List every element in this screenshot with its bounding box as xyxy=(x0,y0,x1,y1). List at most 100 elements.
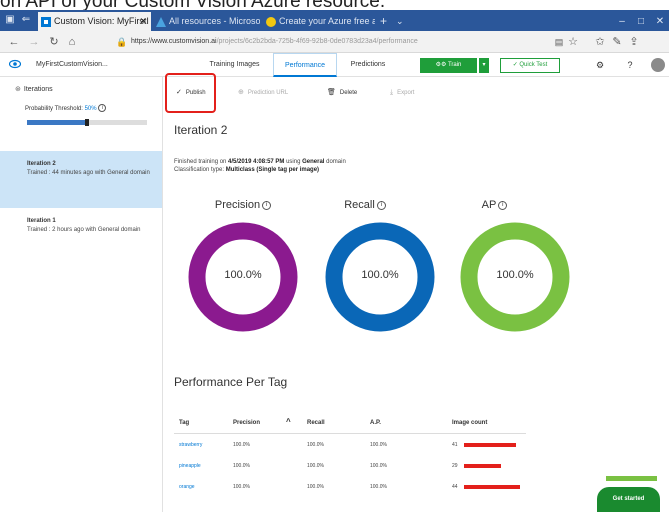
project-name[interactable]: MyFirstCustomVision... xyxy=(36,58,108,72)
browser-tab-custom-vision[interactable]: Custom Vision: MyFirstI ✕ xyxy=(38,12,151,31)
settings-gear-icon[interactable]: ⚙ xyxy=(593,58,607,72)
url-path: /projects/6c2b2bda-725b-4f69-92b8-0de078… xyxy=(216,38,418,45)
info-icon[interactable]: i xyxy=(98,104,107,113)
window-menu-icon[interactable]: ▣ xyxy=(3,13,17,27)
recall-cell: 100.0% xyxy=(307,484,324,490)
column-header-tag[interactable]: Tag xyxy=(179,420,189,426)
count-cell: 41 xyxy=(452,442,458,448)
count-cell: 29 xyxy=(452,463,458,469)
recall-cell: 100.0% xyxy=(307,463,324,469)
iterations-label: Iterations xyxy=(23,86,53,93)
browser-tab-bar: ▣ ⇐ Custom Vision: MyFirstI ✕ All resour… xyxy=(0,10,669,31)
precision-label: Precision i xyxy=(208,199,278,211)
recall-value: 100.0% xyxy=(361,269,399,281)
train-options-button[interactable]: ▾ xyxy=(479,58,489,73)
iteration-name: Iteration 2 xyxy=(27,161,56,167)
export-label: Export xyxy=(397,90,415,96)
favorites-icon[interactable]: ✩ xyxy=(592,34,608,50)
forward-arrow-icon[interactable]: → xyxy=(26,34,42,50)
azure-favicon-icon xyxy=(156,17,166,27)
trash-icon: 🗑 xyxy=(327,89,336,96)
ap-cell: 100.0% xyxy=(370,442,387,448)
precision-value: 100.0% xyxy=(224,269,262,281)
publish-highlight-box xyxy=(165,73,216,113)
tab-performance[interactable]: Performance xyxy=(273,53,337,77)
eye-logo-icon xyxy=(9,59,21,69)
count-cell: 44 xyxy=(452,484,458,490)
maximize-icon[interactable]: □ xyxy=(631,12,651,31)
get-started-button[interactable]: Get started xyxy=(597,487,660,512)
browser-tab-create-azure[interactable]: Create your Azure free acco xyxy=(263,12,375,31)
column-header-image-count[interactable]: Image count xyxy=(452,420,487,426)
ap-cell: 100.0% xyxy=(370,484,387,490)
probability-threshold: Probability Threshold: 50% i xyxy=(25,104,107,114)
new-tab-icon[interactable]: + xyxy=(380,12,387,31)
tab-label: Create your Azure free acco xyxy=(279,16,375,26)
close-tab-icon[interactable]: ✕ xyxy=(139,12,147,31)
column-header-recall[interactable]: Recall xyxy=(307,420,325,426)
help-icon[interactable]: ? xyxy=(623,58,637,72)
iterations-header: ⊛ Iterations xyxy=(15,85,53,95)
lock-icon: 🔒 xyxy=(116,37,128,47)
sort-ascending-icon[interactable]: ^ xyxy=(286,417,291,426)
iteration-item[interactable]: Iteration 2 Trained : 44 minutes ago wit… xyxy=(0,151,162,208)
performance-per-tag-title: Performance Per Tag xyxy=(174,375,288,389)
tag-link[interactable]: strawberry xyxy=(179,442,202,448)
image-count-bar xyxy=(464,443,516,447)
refresh-icon[interactable]: ↻ xyxy=(46,34,62,50)
browser-tab-all-resources[interactable]: All resources - Microsoft Az xyxy=(153,12,260,31)
iteration-item[interactable]: Iteration 1 Trained : 2 hours ago with G… xyxy=(0,208,162,265)
quick-test-button[interactable]: ✓ Quick Test xyxy=(500,58,560,73)
url-host: https://www.customvision.ai xyxy=(131,38,217,45)
tab-dropdown-icon[interactable]: ⌄ xyxy=(396,12,404,31)
precision-cell: 100.0% xyxy=(233,463,250,469)
export-button[interactable]: ⤓ Export xyxy=(390,86,414,100)
recall-label: Recall i xyxy=(335,199,395,211)
prediction-url-button[interactable]: ⊕ Prediction URL xyxy=(238,86,288,100)
train-button[interactable]: ⚙⚙ Train xyxy=(420,58,477,73)
tag-link[interactable]: orange xyxy=(179,484,195,490)
share-icon[interactable]: ⇪ xyxy=(626,34,642,50)
favorite-star-icon[interactable]: ☆ xyxy=(565,34,581,50)
probability-slider[interactable] xyxy=(27,119,147,126)
tab-label: Custom Vision: MyFirstI xyxy=(54,16,149,26)
app-header: MyFirstCustomVision... Training Images P… xyxy=(0,53,669,77)
url-field[interactable]: https://www.customvision.ai/projects/6c2… xyxy=(131,35,531,49)
progress-indicator xyxy=(606,476,657,481)
info-icon[interactable]: i xyxy=(498,200,508,210)
back-tabs-icon[interactable]: ⇐ xyxy=(19,13,33,27)
image-count-bar xyxy=(464,485,520,489)
metric-name: Recall xyxy=(344,199,375,211)
pen-icon[interactable]: ✎ xyxy=(609,34,625,50)
image-count-bar xyxy=(464,464,501,468)
train-label: Train xyxy=(447,62,462,68)
info-icon[interactable]: i xyxy=(262,200,272,210)
info-icon[interactable]: i xyxy=(376,200,386,210)
class-type: Multiclass (Single tag per image) xyxy=(225,167,320,173)
tag-link[interactable]: pineapple xyxy=(179,463,201,469)
custom-vision-favicon-icon xyxy=(41,17,51,27)
ap-value: 100.0% xyxy=(496,269,534,281)
finished-domain: General xyxy=(302,159,325,165)
metric-name: Precision xyxy=(214,199,261,211)
tab-predictions[interactable]: Predictions xyxy=(340,53,396,77)
column-header-precision[interactable]: Precision xyxy=(233,420,260,426)
finished-prefix: Finished training on xyxy=(174,159,229,165)
avatar[interactable] xyxy=(651,58,665,72)
home-icon[interactable]: ⌂ xyxy=(64,34,80,50)
browser-address-bar: ← → ↻ ⌂ 🔒 https://www.customvision.ai/pr… xyxy=(0,31,669,53)
download-icon: ⤓ xyxy=(390,89,394,96)
slider-thumb[interactable] xyxy=(85,119,89,126)
iterations-sidebar: ⊛ Iterations Probability Threshold: 50% i… xyxy=(0,77,163,512)
close-window-icon[interactable]: ✕ xyxy=(650,12,669,31)
delete-button[interactable]: 🗑 Delete xyxy=(327,86,357,100)
azure-promo-favicon-icon xyxy=(266,17,276,27)
minimize-icon[interactable]: – xyxy=(612,12,632,31)
precision-cell: 100.0% xyxy=(233,484,250,490)
iteration-detail: Trained : 44 minutes ago with General do… xyxy=(27,170,150,176)
finished-date: 4/5/2019 4:08:57 PM xyxy=(228,159,285,165)
column-header-ap[interactable]: A.P. xyxy=(370,420,381,426)
iteration-name: Iteration 1 xyxy=(27,218,56,224)
back-arrow-icon[interactable]: ← xyxy=(6,34,22,50)
iteration-detail: Trained : 2 hours ago with General domai… xyxy=(27,227,141,233)
